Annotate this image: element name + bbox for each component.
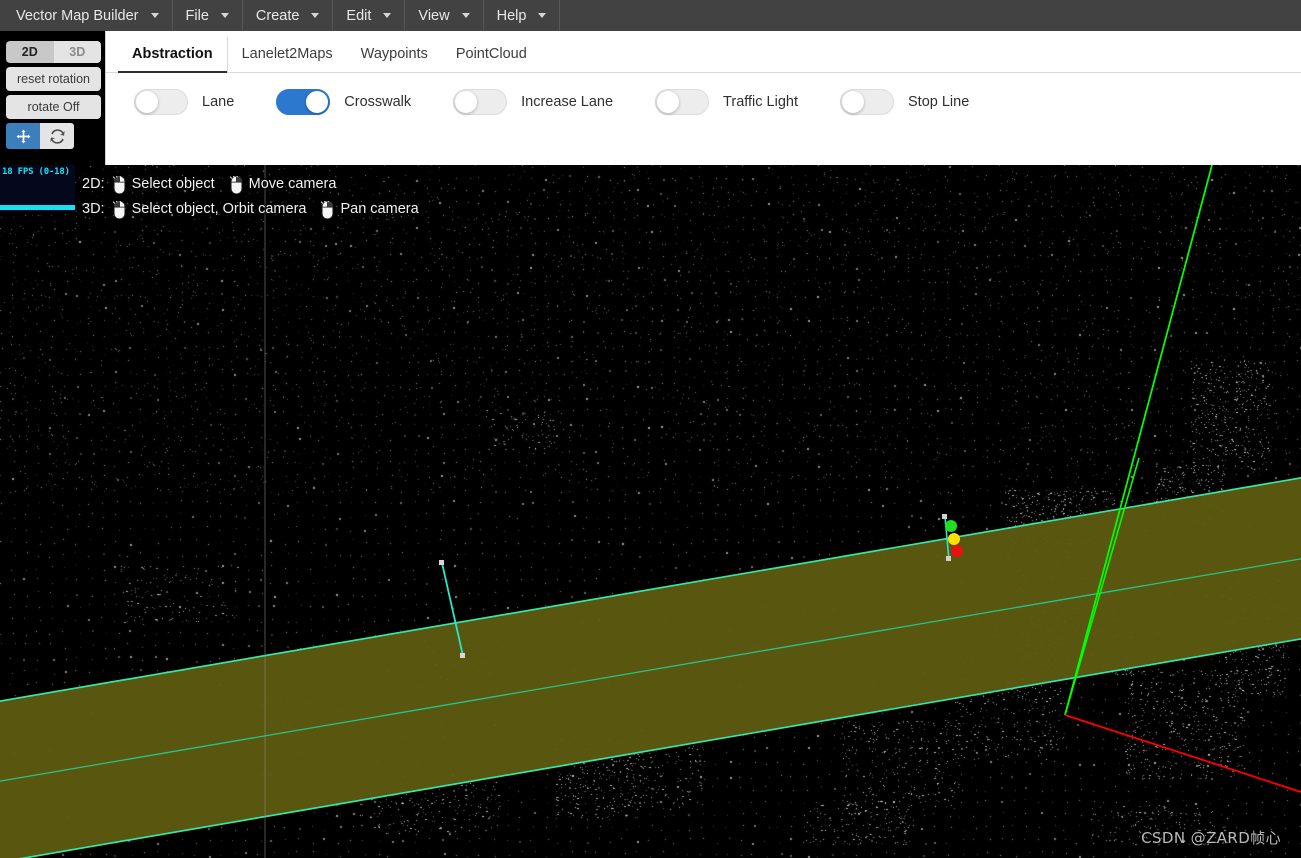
menu-label: Edit: [346, 8, 371, 24]
toggle-row: Lane Crosswalk Increase Lane Traffic Lig…: [106, 73, 1301, 115]
tab-abstraction[interactable]: Abstraction: [118, 46, 227, 72]
viewport-help-overlay: 2D: Select object Move camera: [82, 172, 433, 222]
reset-rotation-button[interactable]: reset rotation: [6, 67, 101, 91]
menu-edit[interactable]: Edit: [333, 0, 405, 31]
vector-map-builder-app: Vector Map Builder File Create Edit View…: [0, 0, 1301, 858]
fps-graph-bar: [0, 205, 75, 210]
chevron-down-icon: [151, 13, 159, 18]
tool-buttons: [6, 123, 74, 149]
menu-label: View: [418, 8, 449, 24]
toggle-group-crosswalk: Crosswalk: [276, 89, 411, 115]
help-action-2d-select: Select object: [132, 172, 215, 197]
help-row-2d: 2D: Select object Move camera: [82, 172, 433, 197]
help-action-2d-move: Move camera: [249, 172, 337, 197]
toggle-stop-line[interactable]: [840, 89, 894, 115]
refresh-button[interactable]: [40, 123, 74, 149]
traffic-light-node-top: [942, 514, 947, 519]
tab-waypoints[interactable]: Waypoints: [347, 46, 442, 72]
view-mode-2d[interactable]: 2D: [6, 41, 54, 63]
map-viewport-3d[interactable]: CSDN @ZARD帧心: [0, 165, 1301, 858]
mouse-left-click-icon: [112, 201, 127, 219]
mouse-right-click-icon: [320, 201, 335, 219]
crosswalk-node-end[interactable]: [460, 653, 465, 658]
toggle-increase-lane-label: Increase Lane: [521, 94, 613, 110]
mouse-left-click-icon: [112, 176, 127, 194]
help-row-3d: 3D: Select object, Orbit camera: [82, 197, 433, 222]
toggle-knob: [136, 91, 158, 113]
toggle-stop-line-label: Stop Line: [908, 94, 969, 110]
tab-pointcloud[interactable]: PointCloud: [442, 46, 541, 72]
toggle-knob: [455, 91, 477, 113]
toggle-group-lane: Lane: [134, 89, 234, 115]
tab-lanelet2maps[interactable]: Lanelet2Maps: [228, 46, 347, 72]
traffic-light-bulb-green[interactable]: [945, 520, 957, 532]
menu-create[interactable]: Create: [243, 0, 334, 31]
menu-view[interactable]: View: [405, 0, 483, 31]
vector-geometry-layer: [0, 165, 1301, 858]
toggle-crosswalk-label: Crosswalk: [344, 94, 411, 110]
toggle-group-traffic-light: Traffic Light: [655, 89, 798, 115]
view-mode-segmented: 2D 3D: [6, 41, 101, 63]
toggle-knob: [657, 91, 679, 113]
help-mode-3d: 3D:: [82, 197, 105, 222]
menu-label: File: [186, 8, 209, 24]
menu-bar: Vector Map Builder File Create Edit View…: [0, 0, 1301, 31]
waypoint-line-red[interactable]: [1065, 715, 1301, 792]
refresh-icon: [50, 129, 65, 144]
toggle-lane-label: Lane: [202, 94, 234, 110]
watermark-text: CSDN @ZARD帧心: [1141, 827, 1281, 848]
pan-tool-button[interactable]: [6, 123, 40, 149]
mouse-right-click-icon: [229, 176, 244, 194]
menu-label: Create: [256, 8, 300, 24]
chevron-down-icon: [311, 13, 319, 18]
chevron-down-icon: [538, 13, 546, 18]
toggle-traffic-light[interactable]: [655, 89, 709, 115]
menu-label: Vector Map Builder: [16, 8, 139, 24]
help-action-3d-select-orbit: Select object, Orbit camera: [132, 197, 307, 222]
chevron-down-icon: [462, 13, 470, 18]
menu-label: Help: [497, 8, 527, 24]
menu-file[interactable]: File: [173, 0, 243, 31]
toggle-knob: [306, 91, 328, 113]
traffic-light-bulb-red[interactable]: [951, 545, 963, 557]
help-mode-2d: 2D:: [82, 172, 105, 197]
move-arrows-icon: [16, 129, 31, 144]
fps-label: 18 FPS (0-18): [0, 165, 75, 177]
chevron-down-icon: [221, 13, 229, 18]
toggle-increase-lane[interactable]: [453, 89, 507, 115]
menu-help[interactable]: Help: [484, 0, 561, 31]
menu-vector-map-builder[interactable]: Vector Map Builder: [0, 0, 173, 31]
menu-bar-filler: [560, 0, 1301, 31]
rotate-toggle-button[interactable]: rotate Off: [6, 95, 101, 119]
chevron-down-icon: [383, 13, 391, 18]
toggle-traffic-light-label: Traffic Light: [723, 94, 798, 110]
toggle-knob: [842, 91, 864, 113]
toggle-lane[interactable]: [134, 89, 188, 115]
traffic-light-bulb-yellow[interactable]: [948, 533, 960, 545]
fps-stats-panel[interactable]: 18 FPS (0-18): [0, 165, 75, 213]
view-controls: 2D 3D reset rotation rotate Off: [6, 41, 101, 149]
traffic-light-node-bottom: [946, 556, 951, 561]
abstraction-panel: Abstraction Lanelet2Maps Waypoints Point…: [105, 31, 1301, 165]
toggle-group-stop-line: Stop Line: [840, 89, 969, 115]
crosswalk-node-start[interactable]: [439, 560, 444, 565]
tab-bar: Abstraction Lanelet2Maps Waypoints Point…: [106, 31, 1301, 73]
help-action-3d-pan: Pan camera: [340, 197, 418, 222]
view-mode-3d[interactable]: 3D: [54, 41, 102, 63]
toggle-crosswalk[interactable]: [276, 89, 330, 115]
toggle-group-increase-lane: Increase Lane: [453, 89, 613, 115]
